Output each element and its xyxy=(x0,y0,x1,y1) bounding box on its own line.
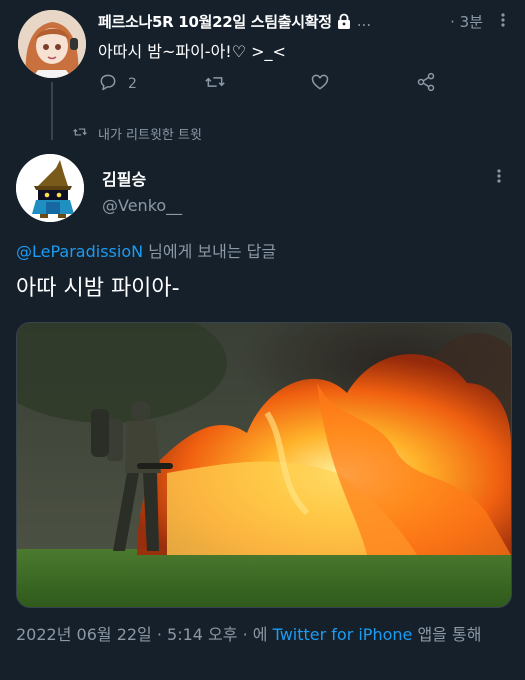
share-button[interactable] xyxy=(416,72,436,96)
like-button[interactable] xyxy=(310,72,330,96)
retweeted-by-me-note: 내가 리트윗한 트윗 xyxy=(72,124,202,143)
tweet-meta: 2022년 06월 22일 · 5:14 오후 · 에 Twitter for … xyxy=(16,622,512,648)
parent-avatar[interactable] xyxy=(18,10,86,78)
parent-tweet[interactable]: 페르소나5R 10월22일 스팀출시확정 ... · 3분 아따시 밤~파이-아… xyxy=(0,0,525,150)
parent-handle[interactable]: ... xyxy=(357,12,371,30)
reply-to-handle-link[interactable]: @LeParadissioN xyxy=(16,242,143,261)
parent-author-name[interactable]: 페르소나5R 10월22일 스팀출시확정 xyxy=(98,11,332,32)
author-avatar[interactable] xyxy=(16,154,84,222)
via-prefix: · 에 xyxy=(237,625,273,644)
via-suffix: 앱을 통해 xyxy=(412,625,482,644)
replying-to: @LeParadissioN 님에게 보내는 답글 xyxy=(16,238,276,262)
retweet-button[interactable] xyxy=(204,72,226,96)
more-icon[interactable] xyxy=(491,168,507,184)
lock-icon xyxy=(337,13,351,29)
parent-tweet-text: 아따시 밤~파이-아!♡ >_< xyxy=(98,42,286,61)
reply-count: 2 xyxy=(128,76,137,92)
tweet-text: 아따 시밤 파이아- xyxy=(16,276,180,301)
parent-tweet-header: 페르소나5R 10월22일 스팀출시확정 ... · 3분 xyxy=(98,10,513,32)
author-handle[interactable]: @Venko__ xyxy=(102,196,182,215)
thread-connector xyxy=(51,82,53,140)
tweet-date[interactable]: 2022년 06월 22일 · 5:14 오후 xyxy=(16,625,237,644)
share-icon xyxy=(416,72,436,96)
reply-icon xyxy=(98,72,118,96)
retweet-note-label: 내가 리트윗한 트윗 xyxy=(98,128,202,143)
reply-button[interactable]: 2 xyxy=(98,72,137,96)
like-icon xyxy=(310,72,330,96)
parent-timestamp[interactable]: · 3분 xyxy=(450,11,483,32)
parent-action-bar: 2 xyxy=(98,72,448,100)
source-link[interactable]: Twitter for iPhone xyxy=(273,625,413,644)
more-icon[interactable] xyxy=(495,12,511,28)
reply-to-suffix: 님에게 보내는 답글 xyxy=(143,242,277,261)
retweet-icon xyxy=(204,72,226,96)
author-name[interactable]: 김필승 xyxy=(102,166,146,190)
tweet-photo[interactable] xyxy=(16,322,512,608)
retweet-small-icon xyxy=(72,125,88,143)
